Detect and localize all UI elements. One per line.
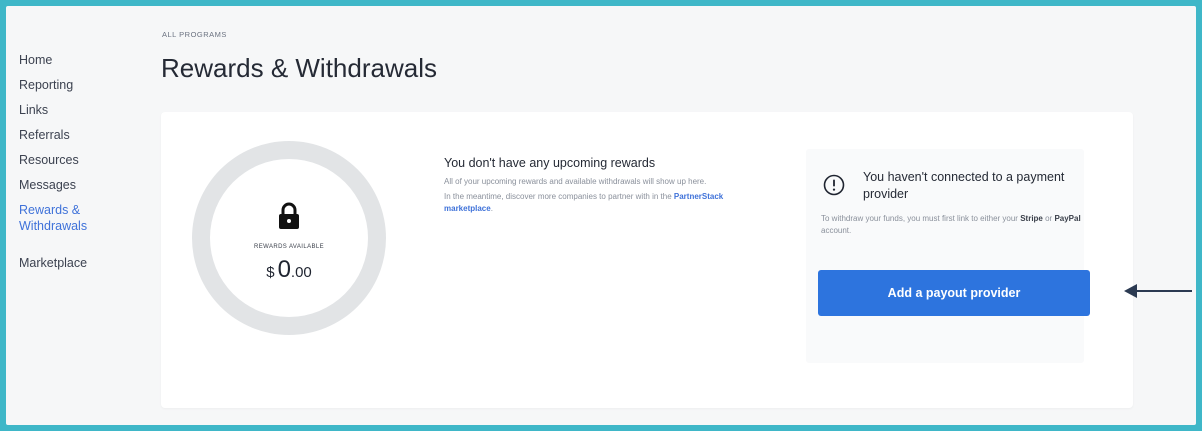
rewards-ring: REWARDS AVAILABLE $0.00 [192, 141, 386, 335]
sidebar-item-messages[interactable]: Messages [19, 177, 146, 193]
sidebar-item-links[interactable]: Links [19, 102, 146, 118]
rewards-card: REWARDS AVAILABLE $0.00 You don't have a… [161, 112, 1133, 408]
payout-provider-box: You haven't connected to a payment provi… [806, 149, 1084, 363]
arrow-left-icon [1124, 284, 1192, 298]
sidebar-item-rewards-withdrawals[interactable]: Rewards & Withdrawals [19, 202, 114, 234]
breadcrumb[interactable]: ALL PROGRAMS [162, 30, 227, 39]
rewards-amount: $0.00 [210, 256, 368, 284]
alert-circle-icon [823, 174, 845, 196]
stripe-label: Stripe [1020, 214, 1043, 223]
sidebar-item-resources[interactable]: Resources [19, 152, 146, 168]
currency-symbol: $ [266, 264, 275, 281]
payout-text-prefix: To withdraw your funds, you must first l… [821, 214, 1021, 223]
upcoming-rewards-title: You don't have any upcoming rewards [444, 156, 656, 170]
lock-icon [279, 202, 299, 229]
rewards-ring-inner: REWARDS AVAILABLE $0.00 [210, 159, 368, 317]
marketplace-text-prefix: In the meantime, discover more companies… [444, 192, 674, 201]
upcoming-rewards-info: You don't have any upcoming rewards All … [444, 156, 744, 218]
sidebar: Home Reporting Links Referrals Resources… [6, 52, 146, 280]
sidebar-item-reporting[interactable]: Reporting [19, 77, 146, 93]
page-title: Rewards & Withdrawals [161, 53, 437, 83]
add-payout-provider-button[interactable]: Add a payout provider [818, 270, 1090, 316]
payout-alert-title: You haven't connected to a payment provi… [863, 170, 1065, 201]
payout-alert-text: To withdraw your funds, you must first l… [821, 213, 1083, 237]
amount-whole: 0 [277, 256, 291, 283]
payout-text-suffix: account. [821, 226, 852, 235]
sidebar-item-home[interactable]: Home [19, 52, 146, 68]
sidebar-item-marketplace[interactable]: Marketplace [19, 255, 146, 271]
marketplace-text-suffix: . [490, 204, 493, 213]
paypal-label: PayPal [1054, 214, 1081, 223]
upcoming-rewards-text: All of your upcoming rewards and availab… [444, 177, 707, 186]
sidebar-item-referrals[interactable]: Referrals [19, 127, 146, 143]
payout-text-or: or [1042, 214, 1055, 223]
app-window: Home Reporting Links Referrals Resources… [6, 6, 1196, 425]
rewards-available-label: REWARDS AVAILABLE [253, 244, 325, 250]
amount-cents: .00 [290, 264, 312, 281]
marketplace-text: In the meantime, discover more companies… [444, 191, 734, 215]
